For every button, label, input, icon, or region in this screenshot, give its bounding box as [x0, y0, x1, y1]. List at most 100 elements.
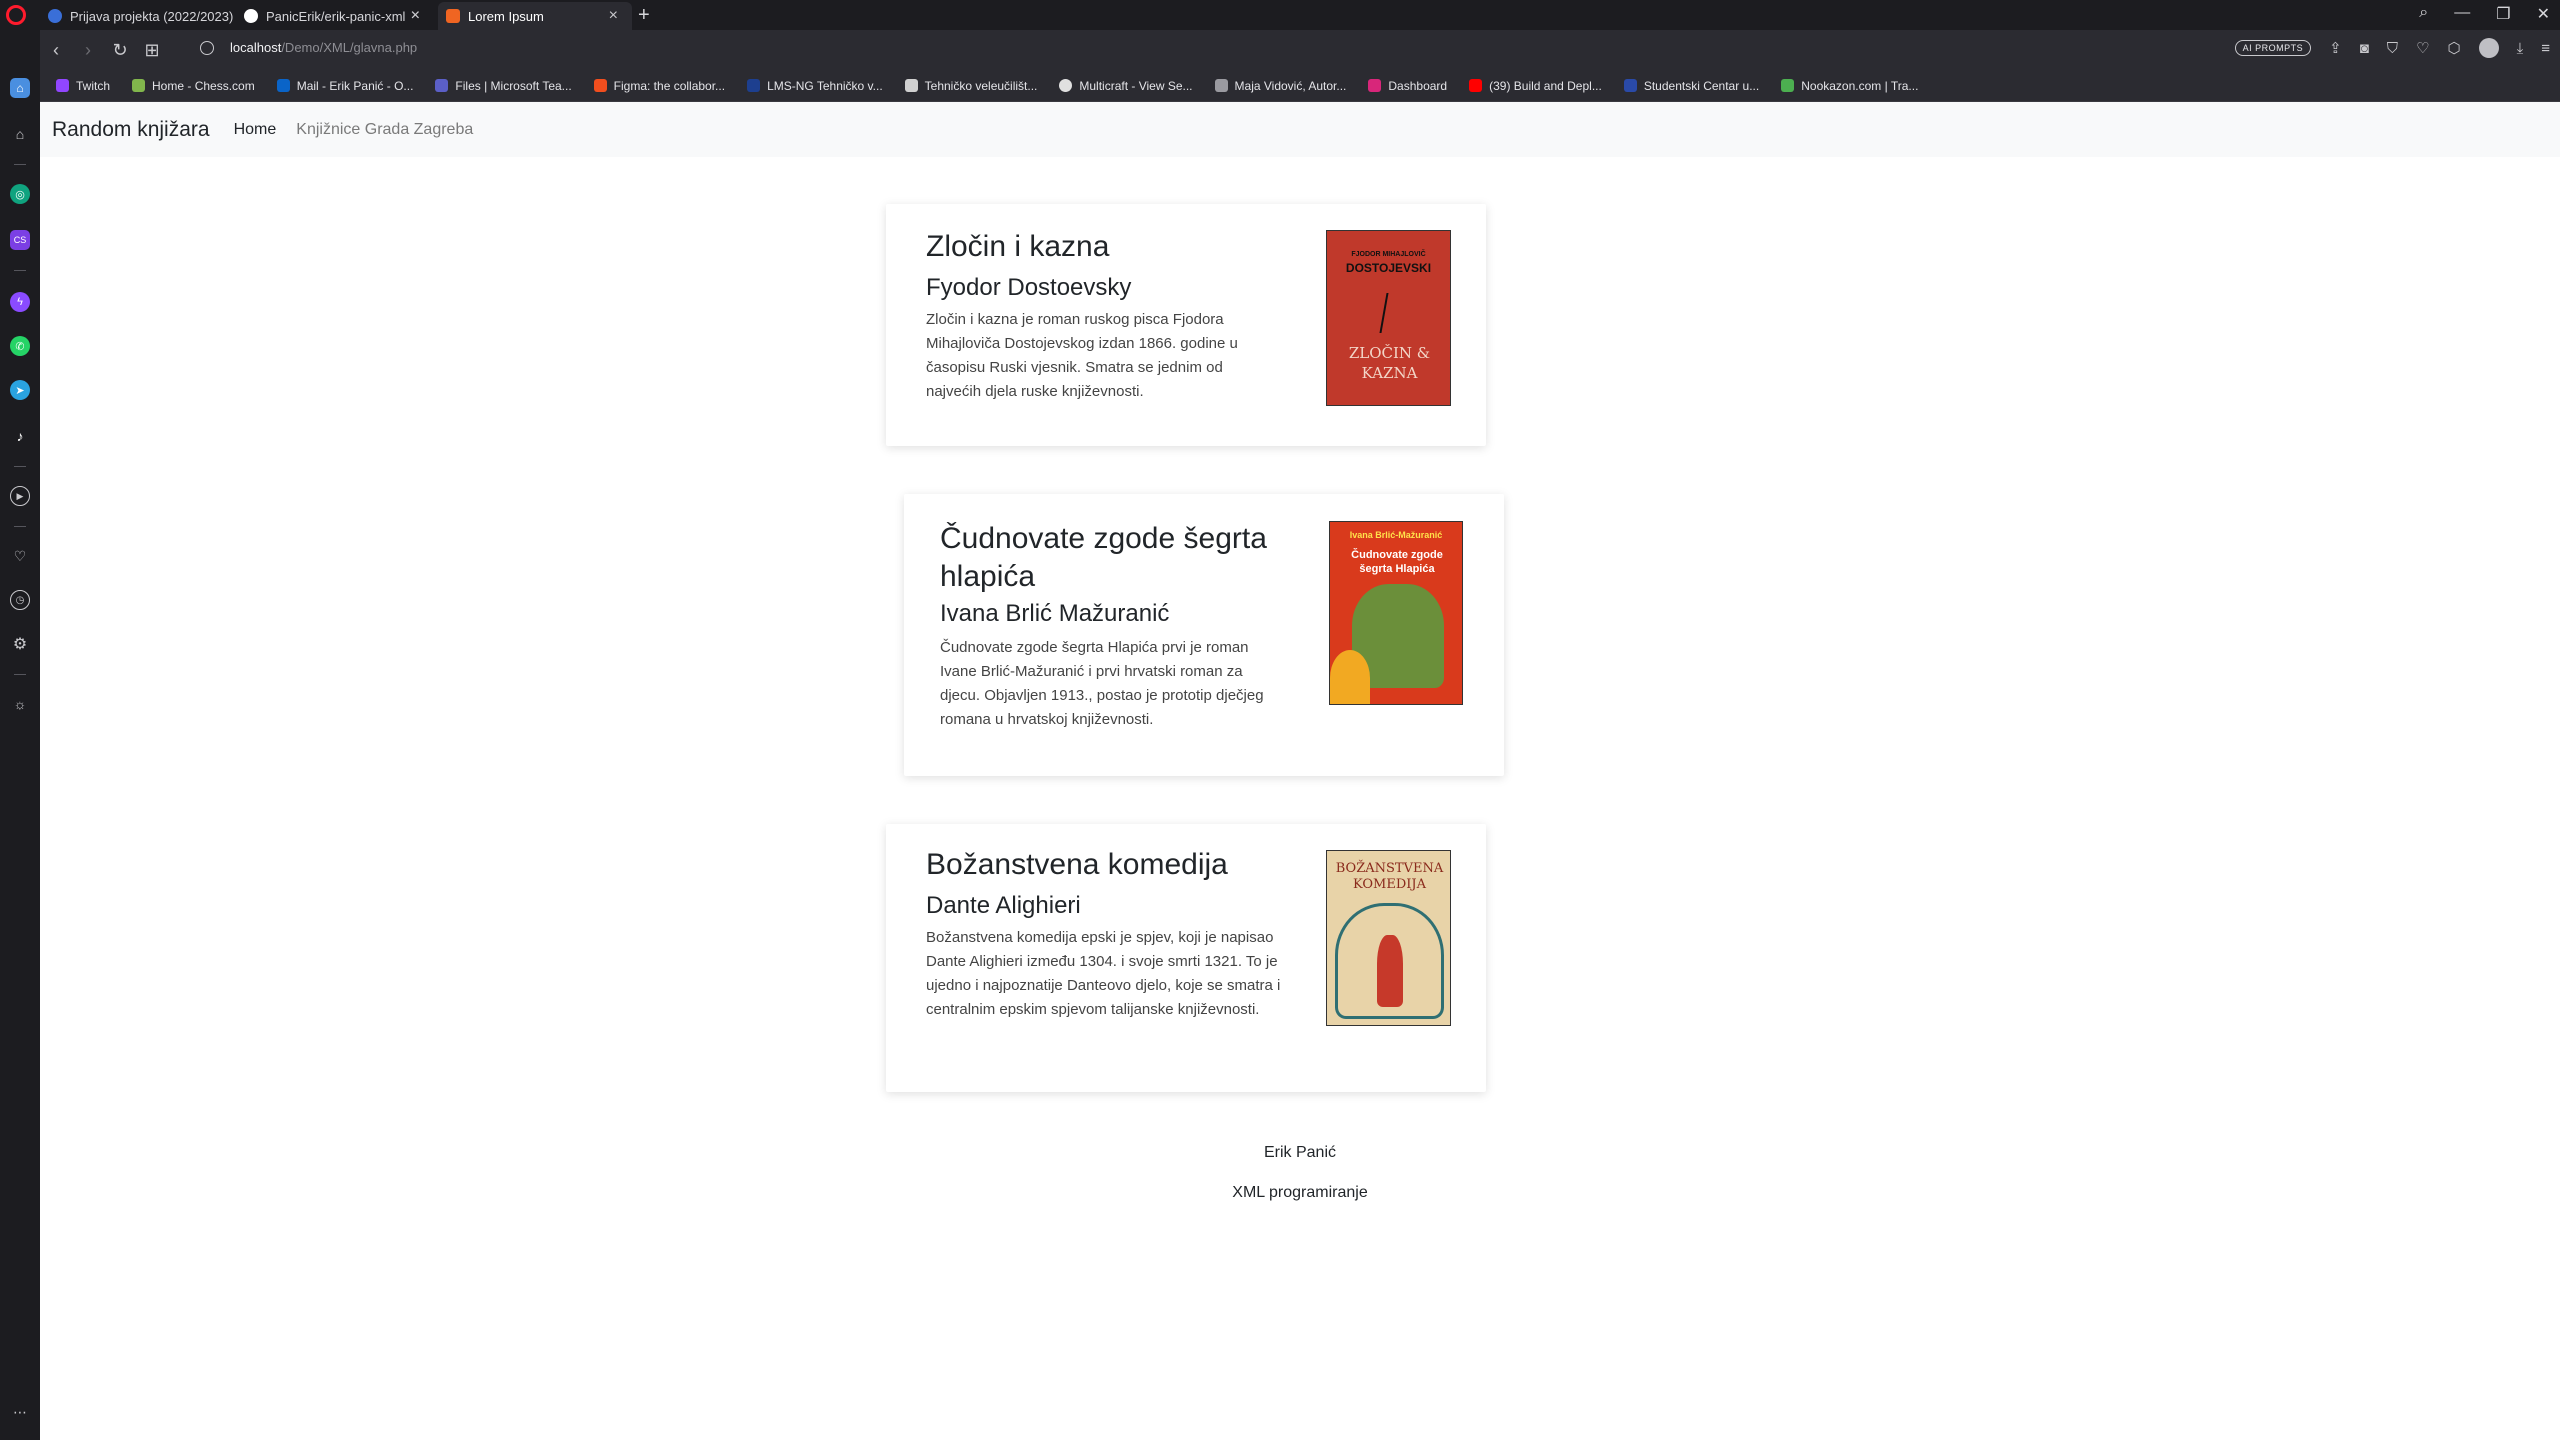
- bookmark-dashboard[interactable]: Dashboard: [1368, 79, 1447, 93]
- search-tabs-icon[interactable]: ⌕: [2419, 4, 2428, 24]
- bookmark-tvz[interactable]: Tehničko veleučilišt...: [904, 78, 1038, 93]
- book-description: Čudnovate zgode šegrta Hlapića prvi je r…: [940, 639, 1264, 728]
- heart-icon[interactable]: ♡: [2416, 39, 2429, 57]
- youtube-icon: [1469, 79, 1483, 92]
- bookmark-label: Files | Microsoft Tea...: [455, 78, 572, 93]
- forward-button[interactable]: ›: [72, 40, 104, 61]
- bookmark-label: Multicraft - View Se...: [1079, 78, 1193, 93]
- bookmark-label: Dashboard: [1388, 78, 1448, 93]
- toolbar-right: AI PROMPTS ⇪ ◙ ⛉ ♡ ⬡ ⤓ ≡: [2234, 38, 2550, 58]
- url-field[interactable]: localhost/Demo/XML/glavna.php: [230, 40, 417, 55]
- cover-figure-icon: [1379, 293, 1397, 333]
- bookmark-lms[interactable]: LMS-NG Tehničko v...: [747, 79, 883, 93]
- tab-favicon-icon: [446, 9, 460, 23]
- shield-icon[interactable]: ⛉: [2387, 40, 2398, 57]
- sidebar-divider: [14, 466, 26, 467]
- book-title: Čudnovate zgode šegrta hlapića: [940, 522, 1267, 593]
- whatsapp-icon[interactable]: ✆: [10, 336, 30, 356]
- close-tab-icon[interactable]: ×: [411, 7, 420, 25]
- bookmark-label: LMS-NG Tehničko v...: [767, 78, 883, 93]
- bookmark-teams[interactable]: Files | Microsoft Tea...: [435, 78, 572, 93]
- lightbulb-icon[interactable]: ☼: [10, 694, 30, 714]
- cs-extension-icon[interactable]: CS: [10, 230, 30, 250]
- cover-figure-icon: [1377, 935, 1403, 1007]
- page-icon: [904, 79, 918, 92]
- book-description: Zločin i kazna je roman ruskog pisca Fjo…: [926, 311, 1238, 400]
- footer-course: XML programiranje: [1232, 1184, 1368, 1201]
- outlook-icon: [276, 79, 290, 92]
- tab-title: Lorem Ipsum: [468, 8, 544, 24]
- download-icon[interactable]: ⤓: [2517, 40, 2524, 57]
- page-viewport: Random knjižara Home Knjižnice Grada Zag…: [40, 102, 2560, 1440]
- book-author: Fyodor Dostoevsky: [926, 274, 1132, 301]
- tiktok-icon[interactable]: ♪: [10, 426, 30, 446]
- opera-sidebar: ⌂ ⌂ ◎ CS ϟ ✆ ➤ ♪ ▶ ♡ ◷ ⚙ ☼ ⋯: [0, 30, 40, 1440]
- reload-button[interactable]: ↻: [104, 40, 136, 61]
- profile-avatar[interactable]: [2478, 38, 2499, 58]
- book-cover-image: BOŽANSTVENA KOMEDIJA: [1326, 850, 1451, 1026]
- site-brand[interactable]: Random knjižara: [52, 118, 210, 142]
- restore-button[interactable]: ❐: [2496, 4, 2510, 24]
- nav-link-knjiznice[interactable]: Knjižnice Grada Zagreba: [296, 121, 473, 139]
- workspace-icon[interactable]: ⌂: [10, 78, 30, 98]
- site-info-icon[interactable]: [200, 41, 214, 55]
- close-tab-icon[interactable]: ×: [609, 7, 618, 25]
- book-card: Čudnovate zgode šegrta hlapića Ivana Brl…: [904, 494, 1504, 776]
- teams-icon: [435, 79, 449, 92]
- bookmark-label: Home - Chess.com: [152, 78, 255, 93]
- book-description: Božanstvena komedija epski je spjev, koj…: [926, 929, 1281, 1018]
- sidebar-divider: [14, 674, 26, 675]
- bookmark-chess[interactable]: Home - Chess.com: [132, 79, 255, 93]
- more-icon[interactable]: ⋯: [10, 1402, 30, 1422]
- cover-subtitle: FJODOR MIHAJLOVIČ: [1351, 251, 1426, 258]
- home-icon[interactable]: ⌂: [10, 124, 30, 144]
- menu-icon[interactable]: ≡: [2541, 40, 2550, 57]
- heart-icon[interactable]: ♡: [10, 546, 30, 566]
- chess-icon: [132, 79, 146, 92]
- book-card: Zločin i kazna Fyodor Dostoevsky Zločin …: [886, 204, 1486, 446]
- telegram-icon[interactable]: ➤: [10, 380, 30, 400]
- bookmark-multicraft[interactable]: Multicraft - View Se...: [1059, 78, 1193, 93]
- history-icon[interactable]: ◷: [10, 590, 30, 610]
- cover-title: BOŽANSTVENA KOMEDIJA: [1335, 861, 1444, 892]
- book-card: Božanstvena komedija Dante Alighieri Bož…: [886, 824, 1486, 1092]
- opera-logo-icon[interactable]: [6, 5, 26, 25]
- bookmark-twitch[interactable]: Twitch: [56, 79, 110, 93]
- bookmark-nookazon[interactable]: Nookazon.com | Tra...: [1781, 79, 1918, 93]
- tab-title: PanicErik/erik-panic-xml: [266, 8, 405, 24]
- multicraft-icon: [1059, 79, 1073, 92]
- sc-icon: [1623, 79, 1637, 92]
- camera-icon[interactable]: ◙: [2360, 40, 2369, 57]
- bookmark-figma[interactable]: Figma: the collabor...: [593, 79, 725, 93]
- new-tab-button[interactable]: +: [638, 4, 650, 27]
- share-icon[interactable]: ⇪: [2329, 39, 2342, 57]
- bookmark-label: Nookazon.com | Tra...: [1801, 78, 1919, 93]
- player-icon[interactable]: ▶: [10, 486, 30, 506]
- bookmark-studentski-centar[interactable]: Studentski Centar u...: [1623, 79, 1759, 93]
- tab-github[interactable]: PanicErik/erik-panic-xml ×: [236, 2, 434, 30]
- nav-link-home[interactable]: Home: [234, 121, 277, 139]
- back-button[interactable]: ‹: [40, 40, 72, 61]
- bookmark-outlook[interactable]: Mail - Erik Panić - O...: [276, 79, 413, 93]
- link-icon: [1214, 79, 1228, 92]
- cover-title: ZLOČIN & KAZNA: [1348, 344, 1431, 382]
- book-author: Ivana Brlić Mažuranić: [940, 600, 1170, 627]
- cover-title: Čudnovate zgode šegrta Hlapića: [1351, 549, 1443, 575]
- bookmarks-bar: Twitch Home - Chess.com Mail - Erik Pani…: [40, 70, 2560, 102]
- tab-lorem-ipsum[interactable]: Lorem Ipsum ×: [438, 2, 632, 30]
- messenger-icon[interactable]: ϟ: [10, 292, 30, 312]
- nookazon-icon: [1781, 79, 1795, 92]
- bookmark-label: Tehničko veleučilišt...: [924, 78, 1038, 93]
- ai-prompts-button[interactable]: AI PROMPTS: [2234, 40, 2312, 56]
- minimize-button[interactable]: —: [2454, 4, 2470, 24]
- bookmark-maja[interactable]: Maja Vidović, Autor...: [1214, 78, 1347, 93]
- settings-icon[interactable]: ⚙: [10, 634, 30, 654]
- chatgpt-icon[interactable]: ◎: [10, 184, 30, 204]
- bookmark-label: Maja Vidović, Autor...: [1234, 78, 1347, 93]
- bookmark-youtube[interactable]: (39) Build and Depl...: [1469, 79, 1602, 93]
- figma-icon: [593, 79, 607, 92]
- extensions-icon[interactable]: ⬡: [2447, 39, 2460, 57]
- sidebar-divider: [14, 270, 26, 271]
- tab-snapshot-icon[interactable]: ⊞: [136, 40, 168, 61]
- close-window-button[interactable]: ✕: [2537, 4, 2550, 24]
